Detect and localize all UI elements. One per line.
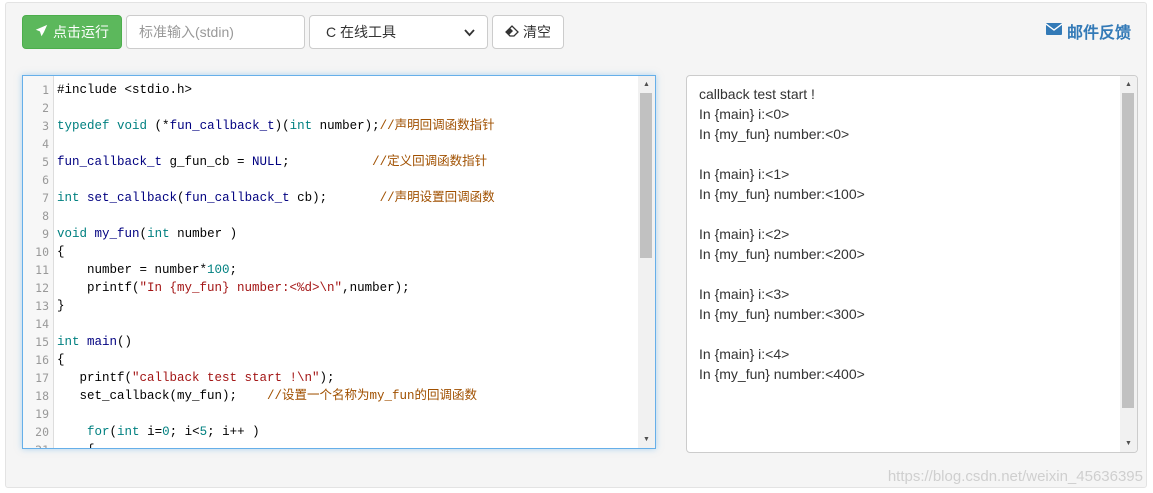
line-number: 20 (35, 425, 49, 439)
code-line: typedef void (*fun_callback_t)(int numbe… (57, 119, 495, 133)
clear-button[interactable]: 清空 (492, 15, 564, 49)
line-number: 18 (35, 389, 49, 403)
line-number: 2 (42, 101, 49, 115)
scroll-up-arrow-icon[interactable]: ▲ (638, 76, 655, 93)
scrollbar-thumb[interactable] (1122, 93, 1134, 408)
code-line: void my_fun(int number ) (57, 227, 238, 241)
code-line: fun_callback_t g_fun_cb = NULL; //定义回调函数… (57, 155, 488, 169)
watermark: https://blog.csdn.net/weixin_45636395 (887, 468, 1143, 485)
toolbar: 点击运行 C 在线工具 清空 (22, 15, 564, 49)
code-line: { (57, 441, 95, 448)
eraser-icon (505, 24, 519, 40)
feedback-label: 邮件反馈 (1066, 25, 1131, 42)
code-line: number = number*100; (57, 263, 238, 277)
scroll-down-arrow-icon[interactable]: ▼ (638, 431, 655, 448)
code-line: #include <stdio.h> (57, 83, 193, 97)
line-number: 14 (35, 317, 49, 331)
code-line: printf("callback test start !\n"); (57, 371, 335, 385)
language-select[interactable]: C 在线工具 (309, 15, 488, 49)
line-number: 10 (35, 245, 49, 259)
line-number: 1 (42, 83, 49, 97)
chevron-down-icon (464, 24, 475, 40)
code-line: printf("In {my_fun} number:<%d>\n",numbe… (57, 281, 410, 295)
scroll-up-arrow-icon[interactable]: ▲ (1120, 76, 1137, 93)
paper-plane-icon (35, 24, 48, 40)
code-line: int main() (57, 335, 133, 349)
line-number: 16 (35, 353, 49, 367)
email-feedback-link[interactable]: 邮件反馈 (1045, 19, 1131, 43)
code-line: int set_callback(fun_callback_t cb); //声… (57, 191, 495, 205)
code-line: set_callback(my_fun); //设置一个名称为my_fun的回调… (57, 389, 478, 403)
scroll-down-arrow-icon[interactable]: ▼ (1120, 435, 1137, 452)
code-line: { (57, 245, 65, 259)
line-number-gutter: 123456789101112131415161718192021 (23, 76, 54, 448)
code-line: { (57, 353, 65, 367)
stdin-input[interactable] (126, 15, 305, 49)
output-panel: callback test start ! In {main} i:<0> In… (686, 75, 1138, 453)
line-number: 13 (35, 299, 49, 313)
line-number: 15 (35, 335, 49, 349)
scrollbar-thumb[interactable] (640, 93, 652, 258)
run-button-label: 点击运行 (53, 24, 109, 40)
language-select-value: C 在线工具 (326, 24, 396, 40)
line-number: 12 (35, 281, 49, 295)
line-number: 7 (42, 191, 49, 205)
envelope-icon (1045, 22, 1063, 40)
line-number: 6 (42, 173, 49, 187)
line-number: 5 (42, 155, 49, 169)
line-number: 21 (23, 441, 49, 448)
line-number: 8 (42, 209, 49, 223)
code-line: for(int i=0; i<5; i++ ) (87, 425, 260, 439)
line-number: 19 (35, 407, 49, 421)
code-line: } (57, 299, 65, 313)
code-editor[interactable]: 123456789101112131415161718192021 #inclu… (22, 75, 656, 449)
run-button[interactable]: 点击运行 (22, 15, 122, 49)
line-number: 3 (42, 119, 49, 133)
line-number: 4 (42, 137, 49, 151)
line-number: 17 (35, 371, 49, 385)
line-number: 9 (42, 227, 49, 241)
editor-scrollbar[interactable]: ▲ ▼ (638, 76, 655, 448)
output-scrollbar[interactable]: ▲ ▼ (1120, 76, 1137, 452)
clear-button-label: 清空 (523, 24, 551, 40)
line-number: 11 (35, 263, 49, 277)
output-text: callback test start ! In {main} i:<0> In… (699, 86, 865, 382)
